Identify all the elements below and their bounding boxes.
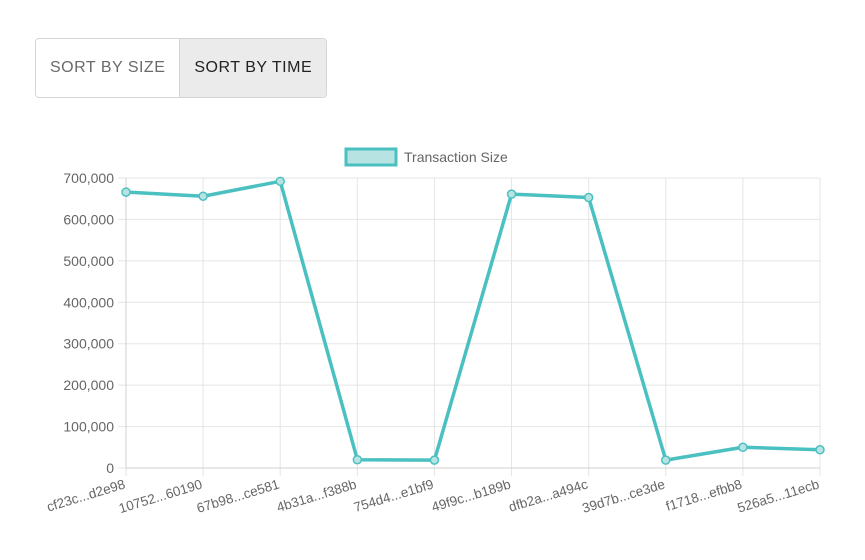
x-tick-label: 754d4...e1bf9 [352, 477, 435, 515]
y-tick-label: 0 [106, 460, 114, 476]
y-tick-label: 500,000 [63, 253, 114, 269]
data-point [815, 445, 825, 455]
data-point [583, 192, 594, 203]
chart-legend: Transaction Size [344, 147, 508, 167]
chart-series [121, 176, 825, 465]
legend-label: Transaction Size [404, 149, 508, 165]
data-point [198, 191, 208, 201]
data-point [121, 187, 131, 197]
x-tick-label: 526a5...11ecb [736, 477, 821, 516]
legend-swatch [344, 147, 398, 167]
series-line [125, 179, 821, 462]
x-tick-label: 4b31a...f388b [275, 477, 358, 515]
x-tick-label: 49f9c...b189b [430, 477, 513, 515]
y-tick-label: 100,000 [63, 419, 114, 435]
x-tick-label: cf23c...d2e98 [45, 477, 127, 515]
y-tick-label: 600,000 [63, 211, 114, 227]
data-point [352, 454, 363, 465]
chart-grid [118, 177, 821, 476]
x-tick-label: 67b98...ce581 [195, 477, 281, 516]
data-point [275, 176, 285, 187]
transaction-size-chart: 0 100,000 200,000 300,000 400,000 500,000 600,… [45, 147, 825, 517]
data-point [738, 442, 748, 453]
data-point [429, 455, 440, 465]
x-tick-label: dfb2a...a494c [507, 476, 590, 514]
data-point [661, 455, 671, 465]
data-point [506, 189, 517, 199]
y-tick-label: 700,000 [63, 170, 114, 186]
x-tick-label: f1718...efbb8 [664, 477, 744, 514]
y-tick-label: 400,000 [63, 294, 114, 310]
y-tick-label: 200,000 [63, 377, 114, 393]
x-tick-label: 10752...60190 [117, 477, 204, 517]
y-tick-label: 300,000 [63, 336, 114, 352]
x-tick-label: 39d7b...ce3de [580, 477, 666, 516]
